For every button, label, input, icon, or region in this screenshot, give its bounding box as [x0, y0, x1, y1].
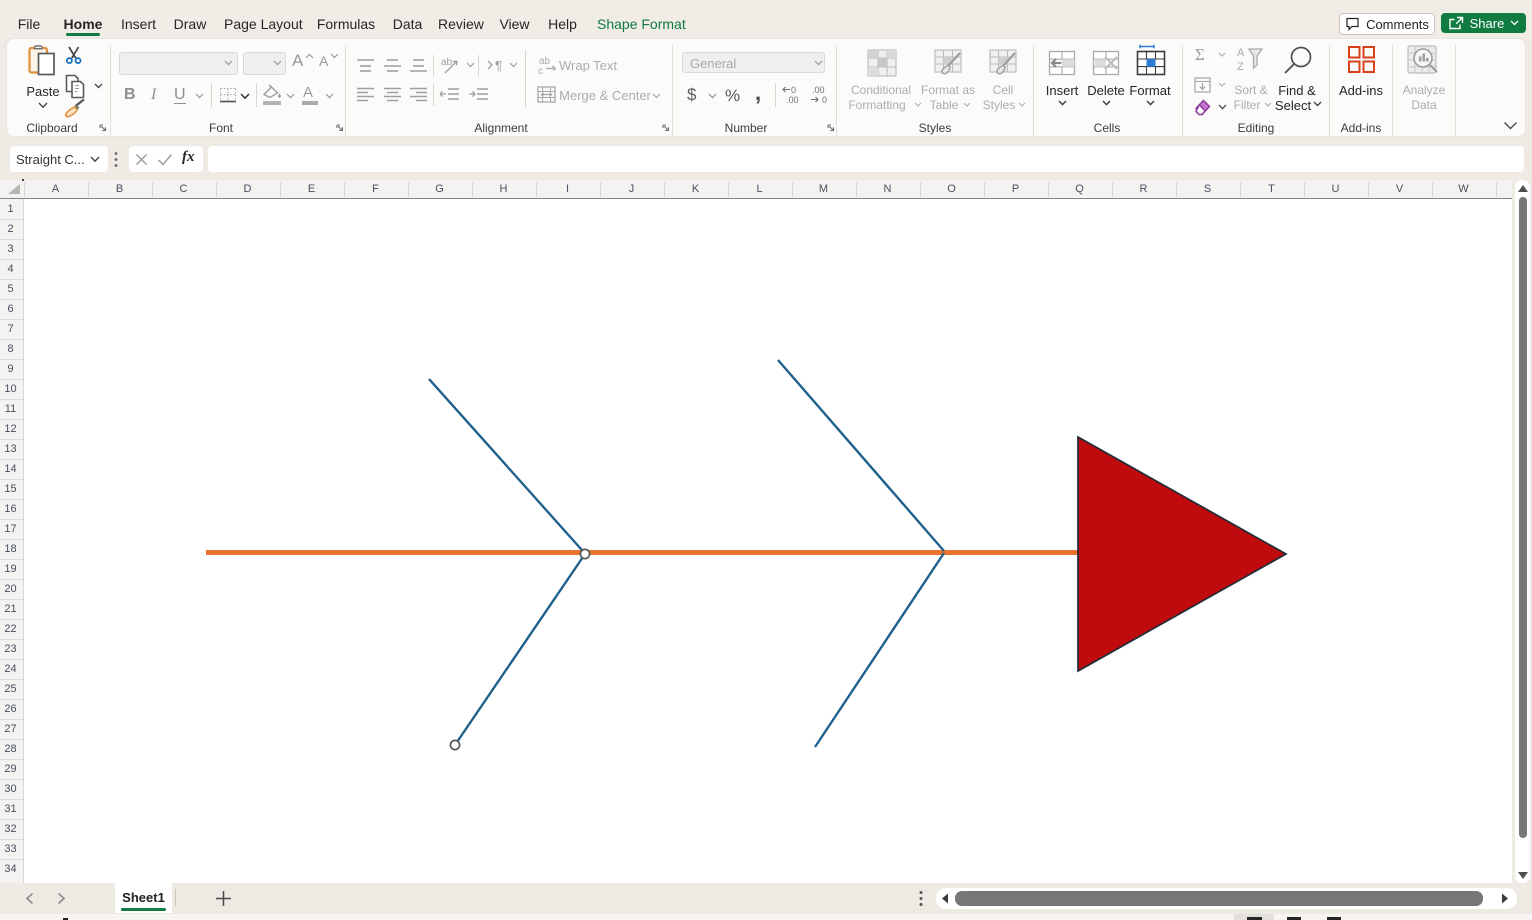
svg-text:c: c	[538, 66, 543, 75]
svg-text:.00: .00	[786, 95, 799, 105]
svg-text:Z: Z	[1237, 61, 1244, 73]
svg-text:0: 0	[791, 85, 796, 95]
svg-text:¶: ¶	[495, 58, 502, 72]
svg-text:A: A	[1237, 47, 1245, 59]
svg-text:0: 0	[822, 95, 827, 105]
svg-text:.00: .00	[812, 85, 825, 95]
